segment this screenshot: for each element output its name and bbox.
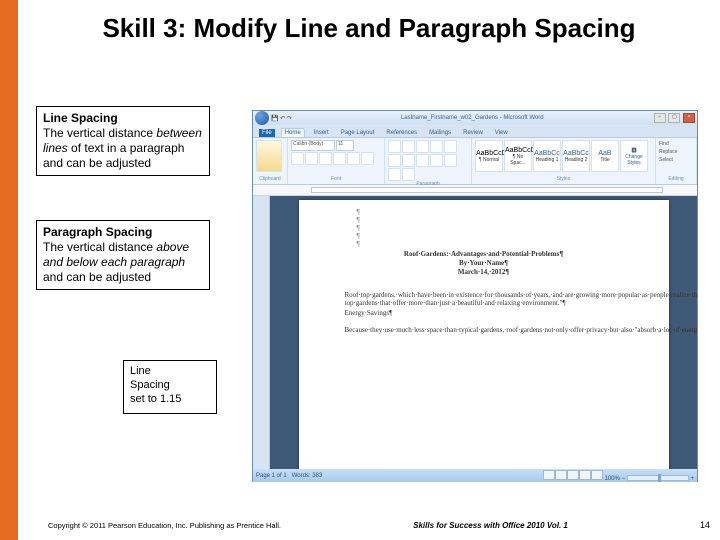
zoom-out-button[interactable]: −	[622, 476, 626, 482]
shading-button[interactable]	[388, 168, 401, 181]
borders-button[interactable]	[402, 168, 415, 181]
tab-page-layout[interactable]: Page Layout	[338, 129, 378, 137]
callout-paragraph-spacing: Paragraph Spacing The vertical distance …	[36, 220, 210, 290]
line2: Spacing	[130, 379, 170, 391]
align-right-button[interactable]	[430, 154, 443, 167]
strike-button[interactable]	[333, 152, 346, 165]
underline-button[interactable]	[319, 152, 332, 165]
doc-para-2: Because·they·use·much·less·space·than·ty…	[345, 317, 623, 333]
style-no-spacing[interactable]: AaBbCcDc¶ No Spac...	[504, 140, 532, 172]
font-size-combo[interactable]: 11	[336, 140, 354, 151]
doc-viewport[interactable]: ¶¶¶¶¶ Roof·Gardens:·Advantages·and·Poten…	[270, 196, 697, 469]
group-paragraph: Paragraph	[385, 138, 472, 184]
callout-annotation: Line Spacing set to 1.15	[123, 360, 217, 414]
paste-button[interactable]	[256, 140, 282, 172]
office-orb-icon[interactable]	[255, 111, 269, 125]
line1: Line	[130, 365, 151, 377]
slide-title: Skill 3: Modify Line and Paragraph Spaci…	[48, 14, 690, 44]
tab-review[interactable]: Review	[460, 129, 486, 137]
style-normal[interactable]: AaBbCcDc¶ Normal	[475, 140, 503, 172]
style-title[interactable]: AaBTitle	[591, 140, 619, 172]
view-buttons[interactable]	[543, 476, 603, 482]
minimize-button[interactable]: –	[654, 113, 666, 123]
paragraph-marks: ¶¶¶¶¶	[357, 208, 360, 248]
document-area: ¶¶¶¶¶ Roof·Gardens:·Advantages·and·Poten…	[253, 196, 697, 469]
find-button[interactable]: Find	[659, 140, 693, 148]
doc-heading: Roof·Gardens:·Advantages·and·Potential·P…	[345, 250, 623, 277]
group-font: Calibri (Body) 11 Font	[288, 138, 385, 184]
sort-button[interactable]	[388, 154, 401, 167]
bold-button[interactable]	[291, 152, 304, 165]
status-page: Page 1 of 1	[256, 473, 287, 479]
style-heading2[interactable]: AaBbCcHeading 2	[562, 140, 590, 172]
doc-para-1: Roof·top·gardens,·which·have·been·in·exi…	[345, 283, 623, 307]
subscript-button[interactable]	[347, 152, 360, 165]
group-styles: AaBbCcDc¶ Normal AaBbCcDc¶ No Spac... Aa…	[472, 138, 656, 184]
term: Line Spacing	[43, 111, 118, 125]
tab-mailings[interactable]: Mailings	[426, 129, 454, 137]
slide-content: Skill 3: Modify Line and Paragraph Spaci…	[18, 0, 720, 540]
line-spacing-button[interactable]	[444, 154, 457, 167]
status-bar: Page 1 of 1 Words: 383 100% − +	[253, 469, 697, 482]
accent-bar	[0, 0, 18, 540]
word-window: 💾 ↶ ↷ Lastname_Firstname_w02_Gardens - M…	[252, 110, 698, 482]
maximize-button[interactable]: ▢	[668, 113, 680, 123]
increase-indent-button[interactable]	[444, 140, 457, 153]
align-left-button[interactable]	[402, 154, 415, 167]
ribbon-tabs: File Home Insert Page Layout References …	[253, 125, 697, 138]
doc-para-2-heading: Energy·Savings¶	[345, 309, 623, 317]
vertical-ruler[interactable]	[253, 196, 270, 469]
line3: set to 1.15	[130, 393, 181, 405]
window-title: Lastname_Firstname_w02_Gardens - Microso…	[401, 115, 544, 121]
bullets-button[interactable]	[388, 140, 401, 153]
tab-file[interactable]: File	[259, 129, 275, 137]
status-words: Words: 383	[292, 473, 323, 479]
tab-references[interactable]: References	[383, 129, 420, 137]
zoom-in-button[interactable]: +	[690, 476, 694, 482]
italic-button[interactable]	[305, 152, 318, 165]
callout-line-spacing: Line Spacing The vertical distance betwe…	[36, 106, 210, 176]
doc-page[interactable]: ¶¶¶¶¶ Roof·Gardens:·Advantages·and·Poten…	[299, 200, 669, 469]
term: Paragraph Spacing	[43, 225, 152, 239]
text-post: and can be adjusted	[43, 270, 151, 284]
group-editing: Find Replace Select Editing	[656, 138, 697, 184]
multilevel-button[interactable]	[416, 140, 429, 153]
text-pre: The vertical distance	[43, 240, 156, 254]
replace-button[interactable]: Replace	[659, 148, 693, 156]
book-title: Skills for Success with Office 2010 Vol.…	[413, 521, 568, 530]
select-button[interactable]: Select	[659, 156, 693, 164]
style-heading1[interactable]: AaBbCcHeading 1	[533, 140, 561, 172]
word-titlebar: 💾 ↶ ↷ Lastname_Firstname_w02_Gardens - M…	[253, 111, 697, 125]
qat: 💾 ↶ ↷	[271, 115, 292, 122]
align-center-button[interactable]	[416, 154, 429, 167]
zoom-level: 100%	[605, 476, 620, 482]
close-button[interactable]: ×	[683, 113, 695, 123]
slide-footer: Copyright © 2011 Pearson Education, Inc.…	[48, 520, 710, 530]
font-color-button[interactable]	[361, 152, 374, 165]
numbering-button[interactable]	[402, 140, 415, 153]
tab-insert[interactable]: Insert	[311, 129, 332, 137]
change-styles-button[interactable]: 🅰Change Styles	[620, 140, 648, 172]
horizontal-ruler[interactable]	[253, 185, 697, 196]
tab-home[interactable]: Home	[281, 128, 305, 137]
tab-view[interactable]: View	[492, 129, 511, 137]
group-clipboard: Clipboard	[253, 138, 288, 184]
ribbon-body: Clipboard Calibri (Body) 11	[253, 138, 697, 185]
zoom-slider[interactable]	[627, 475, 689, 481]
page-number: 14	[700, 520, 710, 530]
window-controls: – ▢ ×	[653, 113, 695, 123]
font-name-combo[interactable]: Calibri (Body)	[291, 140, 335, 151]
copyright-text: Copyright © 2011 Pearson Education, Inc.…	[48, 521, 281, 530]
text-pre: The vertical distance	[43, 126, 156, 140]
decrease-indent-button[interactable]	[430, 140, 443, 153]
